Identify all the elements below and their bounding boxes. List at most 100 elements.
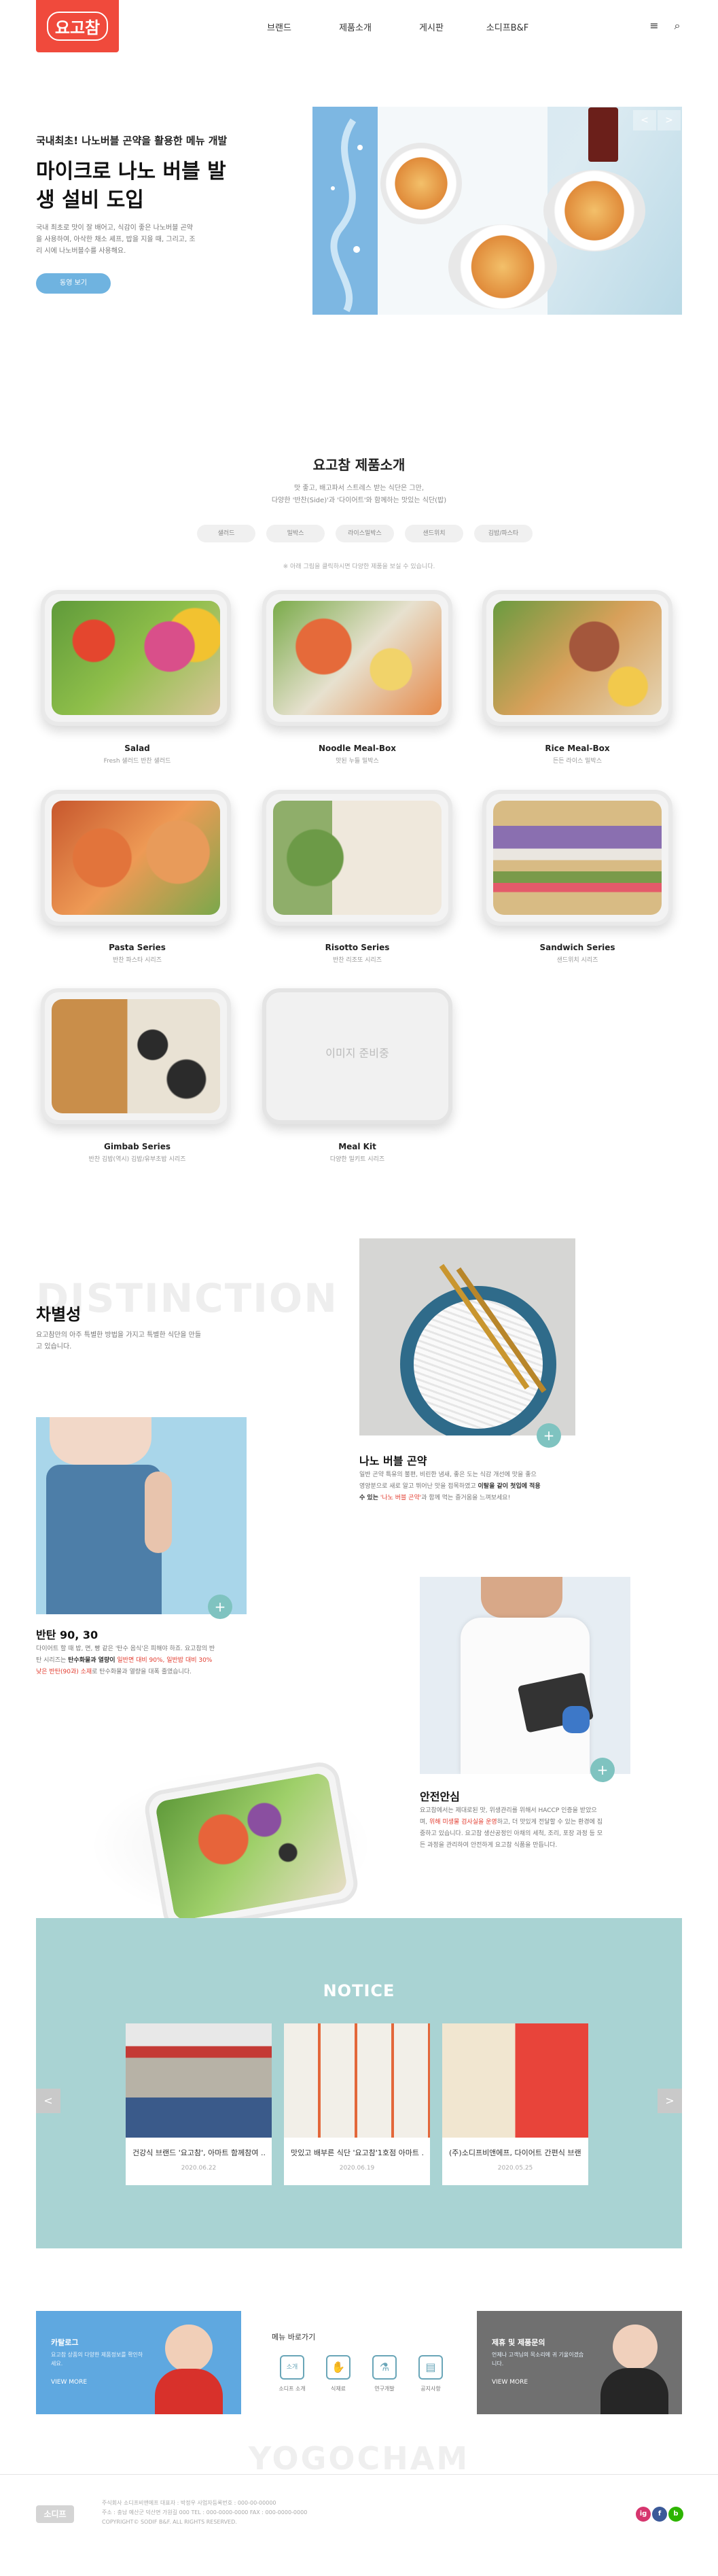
model-avatar [613, 2325, 658, 2369]
search-icon[interactable]: ⌕ [670, 19, 685, 34]
product-image-gimbab[interactable] [41, 988, 231, 1124]
chip-sandwich[interactable]: 샌드위치 [405, 525, 463, 542]
quick-link-notice[interactable]: ▤ 공지사항 [410, 2355, 451, 2392]
product-desc: 다양한 밀키트 시리즈 [329, 1156, 385, 1163]
products-title: 요고참 제품소개 [312, 457, 406, 473]
menu-icon[interactable]: ≡ [647, 19, 662, 34]
plus-icon[interactable]: + [537, 1423, 561, 1448]
notice-card-date: 2020.06.22 [181, 2165, 217, 2172]
notice-card-date: 2020.06.19 [339, 2165, 375, 2172]
model-avatar [165, 2325, 213, 2372]
product-name[interactable]: Meal Kit [255, 1142, 459, 1151]
hero-desc: 국내 최초로 맛이 잘 배어고, 식감이 좋은 나노버블 곤약을 사용하여, 아… [36, 224, 196, 255]
distinction-title: 차별성 [36, 1305, 82, 1324]
product-desc: 반찬 리조또 시리즈 [333, 957, 382, 964]
notice-card[interactable]: 맛있고 배부른 식단 '요고참'1호점 아마트 ... 2020.06.19 [284, 2023, 430, 2185]
product-image-risotto[interactable] [262, 790, 452, 926]
notice-card-image [442, 2023, 588, 2138]
food-safety-lab-image [420, 1577, 630, 1774]
hero-water-panel [312, 107, 378, 315]
drink-glass-image [588, 107, 618, 162]
inquiry-banner-desc: 언제나 고객님의 목소리에 귀 기울이겠습니다. [492, 2352, 584, 2367]
catalog-banner[interactable]: 카탈로그 요고참 상품의 다양한 제품정보를 확인하세요. VIEW MORE [36, 2311, 241, 2414]
product-name[interactable]: Gimbab Series [35, 1142, 239, 1151]
product-desc: 샌드위치 시리즈 [556, 957, 598, 964]
notice-card[interactable]: 건강식 브랜드 '요고참', 아마트 함께참여 ... 2020.06.22 [126, 2023, 272, 2185]
model-outfit [155, 2369, 223, 2414]
product-name[interactable]: Rice Meal-Box [475, 744, 679, 753]
blog-icon[interactable]: b [668, 2507, 683, 2522]
feature-title: 안전안심 [420, 1790, 460, 1803]
product-image-noodle[interactable] [262, 590, 452, 726]
catalog-banner-desc: 요고참 상품의 다양한 제품정보를 확인하세요. [51, 2352, 143, 2367]
products-subtitle-1: 맛 좋고, 배고파서 스트레스 받는 식단은 그만, [293, 485, 425, 492]
main-nav: 브랜드 제품소개 게시판 소디프B&F [241, 20, 545, 33]
hero-prev-button[interactable]: < [633, 110, 656, 130]
hero-next-button[interactable]: > [658, 110, 681, 130]
product-filter-chips: 샐러드 밀박스 라이스밀박스 샌드위치 김밥/파스타 [197, 525, 533, 542]
feature-title: 나노 버블 곤약 [359, 1455, 427, 1467]
notice-card[interactable]: (주)소디프비앤에프, 다이어트 간편식 브랜... 2020.05.25 [442, 2023, 588, 2185]
product-name[interactable]: Noodle Meal-Box [255, 744, 459, 753]
product-desc: 든든 라이스 밀박스 [553, 758, 602, 765]
product-name[interactable]: Sandwich Series [475, 943, 679, 952]
catalog-view-more[interactable]: VIEW MORE [51, 2379, 87, 2386]
chip-rice-mealbox[interactable]: 라이스밀박스 [336, 525, 394, 542]
notice-next-button[interactable]: > [658, 2089, 682, 2113]
feature-desc: 다이어트 할 때 밥, 면, 빵 같은 '탄수 음식'은 피해야 하죠. 요고참… [36, 1646, 215, 1675]
hero-video-button[interactable]: 동영 보기 [36, 273, 111, 294]
plus-icon[interactable]: + [208, 1595, 232, 1619]
product-name[interactable]: Pasta Series [35, 943, 239, 952]
product-image-salad[interactable] [41, 590, 231, 726]
footer-logo[interactable]: 소디프 [36, 2505, 74, 2523]
flask-icon: ⚗ [372, 2355, 397, 2380]
product-name[interactable]: Salad [35, 744, 239, 753]
chip-mealbox[interactable]: 밀박스 [266, 525, 325, 542]
product-image-rice[interactable] [482, 590, 672, 726]
quick-link-about[interactable]: 소개 소디프 소개 [272, 2355, 312, 2392]
plus-icon[interactable]: + [590, 1758, 615, 1782]
board-icon: ▤ [418, 2355, 443, 2380]
notice-card-title: 건강식 브랜드 '요고참', 아마트 함께참여 ... [132, 2148, 265, 2157]
notice-card-title: 맛있고 배부른 식단 '요고참'1호점 아마트 ... [291, 2148, 423, 2157]
nano-bubble-konjac-image [359, 1238, 575, 1435]
footer-info: 주식회사 소디프비앤에프 대표자 : 박정우 사업자등록번호 : 000-00-… [102, 2500, 308, 2525]
product-image-pasta[interactable] [41, 790, 231, 926]
notice-card-image [284, 2023, 430, 2138]
instagram-icon[interactable]: ig [636, 2507, 651, 2522]
logo-text: 요고참 [46, 12, 109, 41]
product-image-mealkit-placeholder[interactable]: 이미지 준비중 [262, 988, 452, 1124]
facebook-icon[interactable]: f [652, 2507, 667, 2522]
inquiry-banner-title: 제휴 및 제품문의 [492, 2338, 545, 2347]
site-logo[interactable]: 요고참 [36, 0, 119, 52]
product-image-sandwich[interactable] [482, 790, 672, 926]
inquiry-banner[interactable]: 제휴 및 제품문의 언제나 고객님의 목소리에 귀 기울이겠습니다. VIEW … [477, 2311, 682, 2414]
quick-link-research[interactable]: ⚗ 연구개발 [364, 2355, 405, 2392]
site-header: 요고참 브랜드 제품소개 게시판 소디프B&F ≡ ⌕ [0, 0, 718, 54]
product-name[interactable]: Risotto Series [255, 943, 459, 952]
notice-title: NOTICE [323, 1981, 395, 2000]
hand-icon: ✋ [326, 2355, 351, 2380]
feature-title: 반탄 90, 30 [36, 1629, 98, 1641]
inquiry-view-more[interactable]: VIEW MORE [492, 2379, 528, 2386]
nav-board[interactable]: 게시판 [393, 20, 469, 33]
nav-products[interactable]: 제품소개 [317, 20, 393, 33]
chip-gimbab-pasta[interactable]: 김밥/파스타 [474, 525, 533, 542]
building-icon: 소개 [280, 2355, 304, 2380]
quick-link-ingredients[interactable]: ✋ 식재료 [318, 2355, 359, 2392]
footer-divider [0, 2474, 718, 2475]
catalog-banner-title: 카탈로그 [51, 2338, 79, 2347]
feature-desc: 일반 곤약 특유의 불편, 비린한 냄새, 좋은 도는 식감 개선에 맛을 좋으… [359, 1472, 541, 1501]
notice-prev-button[interactable]: < [36, 2089, 60, 2113]
product-desc: 맛된 누들 밀박스 [336, 758, 379, 765]
dish-image [543, 170, 645, 251]
diet-waist-image [36, 1417, 247, 1614]
notice-card-image [126, 2023, 272, 2138]
distinction-watermark: DISTINCTION [36, 1275, 338, 1321]
chip-salad[interactable]: 샐러드 [197, 525, 255, 542]
hero-title: 마이크로 나노 버블 발생 설비 도입 [36, 160, 226, 212]
nav-company[interactable]: 소디프B&F [469, 20, 545, 33]
nav-brand[interactable]: 브랜드 [241, 20, 317, 33]
image-placeholder-text: 이미지 준비중 [325, 1047, 389, 1060]
product-desc: 반찬 파스타 시리즈 [113, 957, 162, 964]
